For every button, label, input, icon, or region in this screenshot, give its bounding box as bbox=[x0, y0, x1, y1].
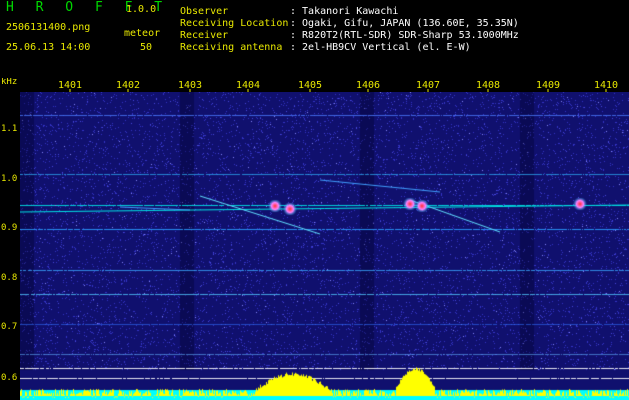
waterfall-spectrogram bbox=[20, 92, 629, 400]
frequency-tick-label: 0.9 bbox=[1, 223, 17, 233]
meteor-label: meteor bbox=[124, 28, 161, 39]
frequency-tick-label: 1.0 bbox=[1, 174, 17, 184]
observer-label: Observer bbox=[180, 6, 229, 17]
header-panel: H R O F F T 1.0.0 2506131400.png 25.06.1… bbox=[0, 0, 629, 78]
frequency-tick-label: 0.7 bbox=[1, 322, 17, 332]
frequency-tick-label: 0.6 bbox=[1, 373, 17, 383]
app-version: 1.0.0 bbox=[126, 4, 157, 15]
location-value: : Ogaki, Gifu, JAPAN (136.60E, 35.35N) bbox=[290, 18, 519, 29]
meteor-count: 50 bbox=[140, 42, 153, 53]
frequency-tick-label: 0.8 bbox=[1, 273, 17, 283]
frequency-axis: kHz 1.1 1.0 0.9 0.8 0.7 0.6 bbox=[1, 78, 17, 383]
antenna-label: Receiving antenna bbox=[180, 42, 283, 53]
frequency-tick-label: 1.1 bbox=[1, 124, 17, 134]
file-name: 2506131400.png bbox=[6, 22, 91, 33]
location-label: Receiving Location bbox=[180, 18, 289, 29]
waterfall-canvas bbox=[20, 92, 629, 400]
date-time: 25.06.13 14:00 bbox=[6, 42, 91, 53]
time-axis: 1401 1402 1403 1404 1405 1406 1407 1408 1409 1410 bbox=[58, 80, 618, 92]
receiver-label: Receiver bbox=[180, 30, 229, 41]
frequency-unit-label: kHz bbox=[1, 78, 17, 87]
observer-value: : Takanori Kawachi bbox=[290, 6, 399, 17]
receiver-value: : R820T2(RTL-SDR) SDR-Sharp 53.1000MHz bbox=[290, 30, 519, 41]
antenna-value: : 2el-HB9CV Vertical (el. E-W) bbox=[290, 42, 471, 53]
